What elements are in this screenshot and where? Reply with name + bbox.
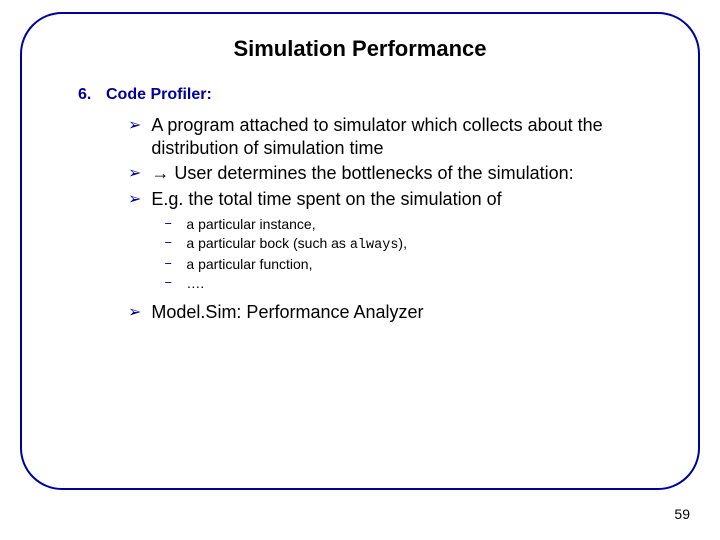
- dash-text: a particular instance,: [186, 216, 315, 232]
- dash-item: – a particular function,: [164, 256, 662, 272]
- section-number: 6.: [78, 86, 98, 104]
- page-number: 59: [674, 506, 690, 522]
- bullet-item: ➢ Model.Sim: Performance Analyzer: [128, 301, 662, 324]
- bullet-text: Model.Sim: Performance Analyzer: [151, 301, 662, 324]
- bullet-item: ➢ E.g. the total time spent on the simul…: [128, 188, 662, 211]
- dash-text-post: ),: [398, 235, 407, 251]
- dash-item: – a particular bock (such as always),: [164, 235, 662, 253]
- bullet-item: ➢ A program attached to simulator which …: [128, 114, 662, 159]
- section-heading: 6. Code Profiler:: [78, 86, 662, 104]
- dash-icon: –: [164, 256, 172, 272]
- triangle-icon: ➢: [128, 190, 141, 210]
- dash-text: a particular bock (such as always),: [186, 235, 407, 253]
- dash-item: – ….: [164, 275, 662, 291]
- triangle-icon: ➢: [128, 164, 141, 184]
- triangle-icon: ➢: [128, 116, 141, 136]
- section-heading-text: Code Profiler:: [106, 86, 212, 104]
- bullet-text: A program attached to simulator which co…: [151, 114, 662, 159]
- dash-item: – a particular instance,: [164, 216, 662, 232]
- slide-title: Simulation Performance: [58, 36, 662, 62]
- bullet-text: → User determines the bottlenecks of the…: [151, 162, 662, 185]
- bullet-text-inner: User determines the bottlenecks of the s…: [169, 163, 573, 183]
- bullet-item: ➢ → User determines the bottlenecks of t…: [128, 162, 662, 185]
- dash-list: – a particular instance, – a particular …: [164, 216, 662, 291]
- code-text: always: [350, 238, 399, 253]
- dash-icon: –: [164, 216, 172, 232]
- dash-text: a particular function,: [186, 256, 312, 272]
- bullet-text: E.g. the total time spent on the simulat…: [151, 188, 662, 211]
- dash-icon: –: [164, 275, 172, 291]
- dash-icon: –: [164, 235, 172, 251]
- slide-frame: Simulation Performance 6. Code Profiler:…: [20, 12, 700, 490]
- dash-text-pre: a particular bock (such as: [186, 235, 349, 251]
- triangle-icon: ➢: [128, 303, 141, 323]
- bullet-list-top: ➢ A program attached to simulator which …: [128, 114, 662, 210]
- bullet-list-bottom: ➢ Model.Sim: Performance Analyzer: [128, 301, 662, 324]
- arrow-icon: →: [151, 163, 169, 183]
- dash-text: ….: [186, 275, 204, 291]
